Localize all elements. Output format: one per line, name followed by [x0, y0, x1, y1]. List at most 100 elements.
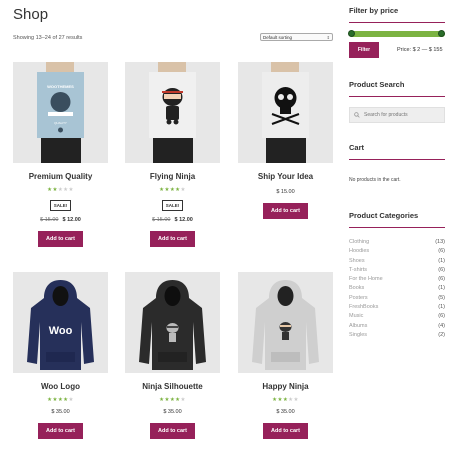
category-count: (13)	[435, 239, 445, 245]
sale-badge: SALE!	[49, 200, 72, 211]
slider-min-handle[interactable]	[348, 30, 355, 37]
category-item[interactable]: Shoes (1)	[349, 257, 445, 266]
product-card: WOOTHEMES QUALITY Premium Quality ★★★★★ …	[13, 62, 108, 247]
product-title[interactable]: Ninja Silhouette	[125, 381, 220, 392]
sale-price: $ 12.00	[174, 217, 193, 223]
old-price: $ 15.00	[152, 217, 171, 223]
category-list: Clothing (13) Hoodies (6) Shoes (1) T-shirt…	[349, 238, 445, 340]
category-name[interactable]: For the Home	[349, 275, 383, 284]
category-count: (6)	[438, 313, 445, 320]
category-name[interactable]: Clothing	[349, 238, 369, 247]
category-name[interactable]: Music	[349, 312, 363, 321]
category-count: (1)	[438, 304, 445, 311]
poster-ninja-icon	[149, 62, 196, 163]
product-title[interactable]: Premium Quality	[13, 171, 108, 182]
add-to-cart-button[interactable]: Add to cart	[149, 231, 196, 247]
star-icon: ★	[68, 397, 74, 403]
price-slider[interactable]	[348, 30, 445, 37]
filter-title: Filter by price	[349, 6, 399, 15]
hoodie-navy-icon: Woo	[27, 280, 94, 370]
star-icon: ★	[293, 397, 299, 403]
category-count: (2)	[438, 331, 445, 338]
widget-divider	[349, 159, 445, 160]
product-card: Woo Woo Logo ★★★★★ $ 35.00 Add to cart	[13, 272, 108, 439]
poster-woo-icon: WOOTHEMES QUALITY	[37, 62, 84, 163]
add-to-cart-button[interactable]: Add to cart	[37, 423, 84, 439]
product-price: $ 15.00 $ 12.00	[125, 216, 220, 224]
category-name[interactable]: Posters	[349, 294, 368, 303]
search-icon	[354, 112, 360, 118]
star-icon: ★	[180, 187, 186, 193]
category-count: (6)	[438, 248, 445, 255]
cart-title: Cart	[349, 143, 365, 152]
category-count: (6)	[438, 266, 445, 273]
category-item[interactable]: Hoodies (6)	[349, 247, 445, 256]
add-to-cart-button[interactable]: Add to cart	[37, 231, 84, 247]
product-price: $ 35.00	[238, 408, 333, 416]
category-count: (1)	[438, 257, 445, 264]
search-title: Product Search	[349, 80, 405, 89]
category-name[interactable]: FreshBooks	[349, 303, 378, 312]
old-price: $ 15.00	[40, 217, 59, 223]
category-count: (1)	[438, 285, 445, 292]
product-image[interactable]	[125, 62, 220, 163]
category-count: (5)	[438, 294, 445, 301]
regular-price: $ 35.00	[163, 409, 182, 415]
svg-text:Woo: Woo	[49, 325, 73, 337]
product-price: $ 15.00	[238, 188, 333, 196]
orderby-select[interactable]: Default sorting ⇕	[260, 33, 333, 41]
sale-badge: SALE!	[161, 200, 184, 211]
product-image[interactable]	[238, 272, 333, 373]
poster-skull-icon	[262, 62, 309, 163]
page-title: Shop	[13, 6, 49, 23]
category-name[interactable]: Books	[349, 284, 364, 293]
product-title[interactable]: Happy Ninja	[238, 381, 333, 392]
regular-price: $ 35.00	[276, 409, 295, 415]
regular-price: $ 35.00	[51, 409, 70, 415]
star-icon: ★	[68, 187, 74, 193]
star-icon: ★	[180, 397, 186, 403]
category-name[interactable]: Singles	[349, 331, 367, 340]
product-image[interactable]: WOOTHEMES QUALITY	[13, 62, 108, 163]
category-item[interactable]: Books (1)	[349, 284, 445, 293]
widget-divider	[349, 227, 445, 228]
category-item[interactable]: Music (6)	[349, 312, 445, 321]
product-title[interactable]: Flying Ninja	[125, 171, 220, 182]
add-to-cart-button[interactable]: Add to cart	[262, 423, 309, 439]
filter-button[interactable]: Filter	[349, 42, 379, 58]
category-item[interactable]: Albums (4)	[349, 322, 445, 331]
category-name[interactable]: Shoes	[349, 257, 365, 266]
svg-text:QUALITY: QUALITY	[54, 121, 67, 125]
add-to-cart-button[interactable]: Add to cart	[262, 203, 309, 219]
star-rating: ★★★★★	[125, 396, 220, 404]
product-image[interactable]	[238, 62, 333, 163]
add-to-cart-button[interactable]: Add to cart	[149, 423, 196, 439]
category-name[interactable]: Albums	[349, 322, 367, 331]
product-card: Happy Ninja ★★★★★ $ 35.00 Add to cart	[238, 272, 333, 439]
category-item[interactable]: FreshBooks (1)	[349, 303, 445, 312]
category-name[interactable]: T-shirts	[349, 266, 367, 275]
search-input[interactable]	[364, 112, 444, 118]
hoodie-black-icon	[139, 280, 206, 370]
category-item[interactable]: For the Home (6)	[349, 275, 445, 284]
category-count: (6)	[438, 276, 445, 283]
regular-price: $ 15.00	[276, 189, 295, 195]
result-count: Showing 13–24 of 27 results	[13, 35, 83, 41]
category-item[interactable]: T-shirts (6)	[349, 266, 445, 275]
category-name[interactable]: Hoodies	[349, 247, 369, 256]
category-item[interactable]: Clothing (13)	[349, 238, 445, 247]
product-price: $ 15.00 $ 12.00	[13, 216, 108, 224]
categories-title: Product Categories	[349, 211, 419, 220]
product-card: Ship Your Idea $ 15.00 Add to cart	[238, 62, 333, 219]
product-price: $ 35.00	[125, 408, 220, 416]
search-box[interactable]	[349, 107, 445, 123]
product-card: Flying Ninja ★★★★★ SALE! $ 15.00 $ 12.00 …	[125, 62, 220, 247]
category-item[interactable]: Singles (2)	[349, 331, 445, 340]
category-item[interactable]: Posters (5)	[349, 294, 445, 303]
slider-max-handle[interactable]	[438, 30, 445, 37]
product-title[interactable]: Ship Your Idea	[238, 171, 333, 182]
product-title[interactable]: Woo Logo	[13, 381, 108, 392]
widget-divider	[349, 96, 445, 97]
product-image[interactable]	[125, 272, 220, 373]
product-image[interactable]: Woo	[13, 272, 108, 373]
